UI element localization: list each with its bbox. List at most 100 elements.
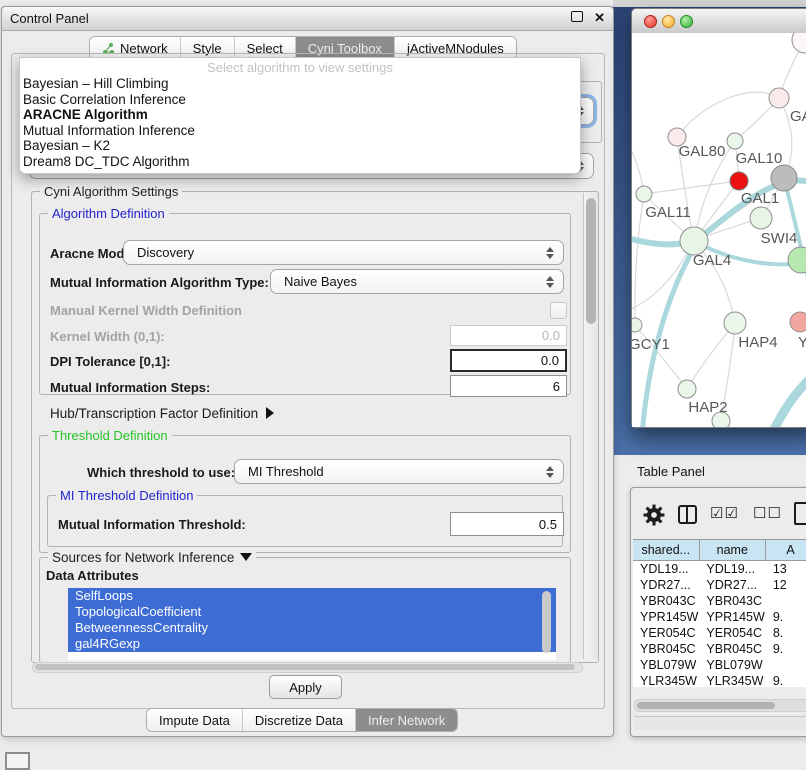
algorithm-option[interactable]: Dream8 DC_TDC Algorithm	[20, 154, 580, 170]
table-row[interactable]: YBR043CYBR043C	[633, 593, 806, 609]
dpi-tolerance-label: DPI Tolerance [0,1]:	[50, 354, 170, 369]
algorithm-dropdown-popup: Select algorithm to view settings Bayesi…	[19, 57, 581, 174]
attribute-item[interactable]: gal4RGexp	[68, 636, 556, 652]
gear-icon[interactable]	[643, 504, 665, 531]
mi-type-label: Mutual Information Algorithm Type:	[50, 275, 269, 290]
mi-steps-label: Mutual Information Steps:	[50, 380, 210, 395]
sources-group-title[interactable]: Sources for Network Inference	[48, 550, 256, 565]
table-row[interactable]: YPR145WYPR145W9.	[633, 609, 806, 625]
table-cell: YPR145W	[699, 609, 765, 625]
network-edge[interactable]	[644, 181, 739, 194]
attribute-item[interactable]: TopologicalCoefficient	[68, 604, 556, 620]
network-node[interactable]	[769, 88, 789, 108]
manual-kernel-checkbox[interactable]	[550, 302, 567, 319]
network-node[interactable]	[750, 207, 772, 229]
select-columns-icon[interactable]: ☑☑	[710, 504, 739, 522]
unselect-columns-icon[interactable]: ☐☐	[753, 504, 782, 522]
node-label: GAL	[790, 108, 806, 125]
table-cell: YBL079W	[699, 657, 765, 673]
algorithm-option[interactable]: Mutual Information Inference	[20, 123, 580, 139]
node-label: HAP2	[688, 399, 727, 416]
network-canvas[interactable]: GALGAL80GAL10GAL1GAL11SWI4GAL4GCY1HAP4YH…	[632, 33, 806, 427]
algorithm-option[interactable]: Basic Correlation Inference	[20, 92, 580, 108]
network-node[interactable]	[790, 312, 806, 332]
dpi-tolerance-field[interactable]: 0.0	[450, 349, 567, 372]
attributes-scrollbar[interactable]	[540, 589, 553, 659]
table-row[interactable]: YDR27...YDR27...12	[633, 577, 806, 593]
table-cell	[766, 593, 806, 609]
tab-discretize-data[interactable]: Discretize Data	[243, 709, 356, 731]
network-node[interactable]	[727, 133, 743, 149]
table-row[interactable]: YLR345WYLR345W9.	[633, 673, 806, 687]
zoom-window-icon[interactable]	[680, 15, 693, 28]
table-cell: YDL19...	[633, 561, 699, 577]
close-window-icon[interactable]	[644, 15, 657, 28]
threshold-definition-title: Threshold Definition	[48, 428, 172, 443]
minimize-window-icon[interactable]	[662, 15, 675, 28]
table-toolbar: ☑☑ ☐☐	[631, 496, 806, 532]
table-row[interactable]: YBL079WYBL079W	[633, 657, 806, 673]
table-cell: YBR045C	[699, 641, 765, 657]
data-attributes-list[interactable]: SelfLoopsTopologicalCoefficientBetweenne…	[68, 588, 556, 660]
settings-scrollbar[interactable]	[583, 193, 598, 659]
node-label: GAL10	[736, 150, 783, 167]
table-cell: YBR043C	[699, 593, 765, 609]
network-edge[interactable]	[770, 369, 806, 427]
network-graph: GALGAL80GAL10GAL1GAL11SWI4GAL4GCY1HAP4YH…	[632, 33, 806, 427]
table-cell: 13	[766, 561, 806, 577]
algorithm-option[interactable]: Bayesian – Hill Climbing	[20, 76, 580, 92]
node-label: GAL1	[741, 190, 779, 207]
split-columns-icon[interactable]	[678, 505, 697, 524]
table-row[interactable]: YER054CYER054C8.	[633, 625, 806, 641]
attribute-item[interactable]: BetweennessCentrality	[68, 620, 556, 636]
node-label: GAL4	[693, 252, 731, 269]
node-label: GCY1	[632, 336, 670, 353]
close-button[interactable]: ✕	[594, 11, 605, 25]
which-threshold-combo[interactable]: MI Threshold	[234, 459, 564, 484]
tab-impute-data[interactable]: Impute Data	[147, 709, 243, 731]
cyni-bottom-tabbar: Impute DataDiscretize DataInfer Network	[146, 708, 458, 732]
table-hscrollbar[interactable]	[634, 699, 806, 712]
attribute-item[interactable]: SelfLoops	[68, 588, 556, 604]
network-node[interactable]	[792, 33, 806, 53]
mi-type-value: Naive Bayes	[284, 274, 357, 289]
aracne-mode-combo[interactable]: Discovery	[123, 240, 564, 265]
float-icon	[571, 11, 583, 22]
node-label: GAL11	[645, 204, 691, 221]
minimized-window-icon[interactable]	[5, 752, 30, 770]
collapse-down-icon	[240, 553, 252, 561]
table-cell: YER054C	[633, 625, 699, 641]
column-header[interactable]: A	[766, 540, 806, 560]
algorithm-option[interactable]: ARACNE Algorithm	[20, 107, 580, 123]
table-panel-title: Table Panel	[637, 464, 705, 479]
network-node[interactable]	[632, 318, 642, 332]
apply-button[interactable]: Apply	[269, 675, 342, 699]
mi-threshold-field[interactable]: 0.5	[450, 512, 564, 536]
network-node[interactable]	[730, 172, 748, 190]
network-window-titlebar	[632, 9, 806, 34]
network-node[interactable]	[788, 247, 806, 273]
new-table-icon[interactable]	[794, 502, 806, 525]
network-node[interactable]	[636, 186, 652, 202]
network-node[interactable]	[678, 380, 696, 398]
table-row[interactable]: YBR045CYBR045C9.	[633, 641, 806, 657]
mi-steps-field[interactable]: 6	[450, 375, 567, 397]
table-cell	[766, 657, 806, 673]
node-label: HAP4	[738, 334, 777, 351]
algorithm-option[interactable]: Bayesian – K2	[20, 138, 580, 154]
network-node[interactable]	[771, 165, 797, 191]
mi-threshold-label: Mutual Information Threshold:	[58, 517, 246, 532]
settings-hscrollbar[interactable]	[32, 662, 583, 673]
column-header[interactable]: shared...	[633, 540, 700, 560]
kernel-width-field[interactable]: 0.0	[450, 325, 567, 346]
mi-type-combo[interactable]: Naive Bayes	[270, 269, 564, 294]
hub-definition-toggle[interactable]: Hub/Transcription Factor Definition	[50, 406, 274, 421]
float-button[interactable]	[571, 11, 583, 22]
table-row[interactable]: YDL19...YDL19...13	[633, 561, 806, 577]
network-node[interactable]	[724, 312, 746, 334]
network-node[interactable]	[680, 227, 708, 255]
column-header[interactable]: name	[700, 540, 767, 560]
combo-arrows-icon	[546, 246, 554, 260]
tab-infer-network[interactable]: Infer Network	[356, 709, 457, 731]
network-edge[interactable]	[635, 194, 644, 325]
